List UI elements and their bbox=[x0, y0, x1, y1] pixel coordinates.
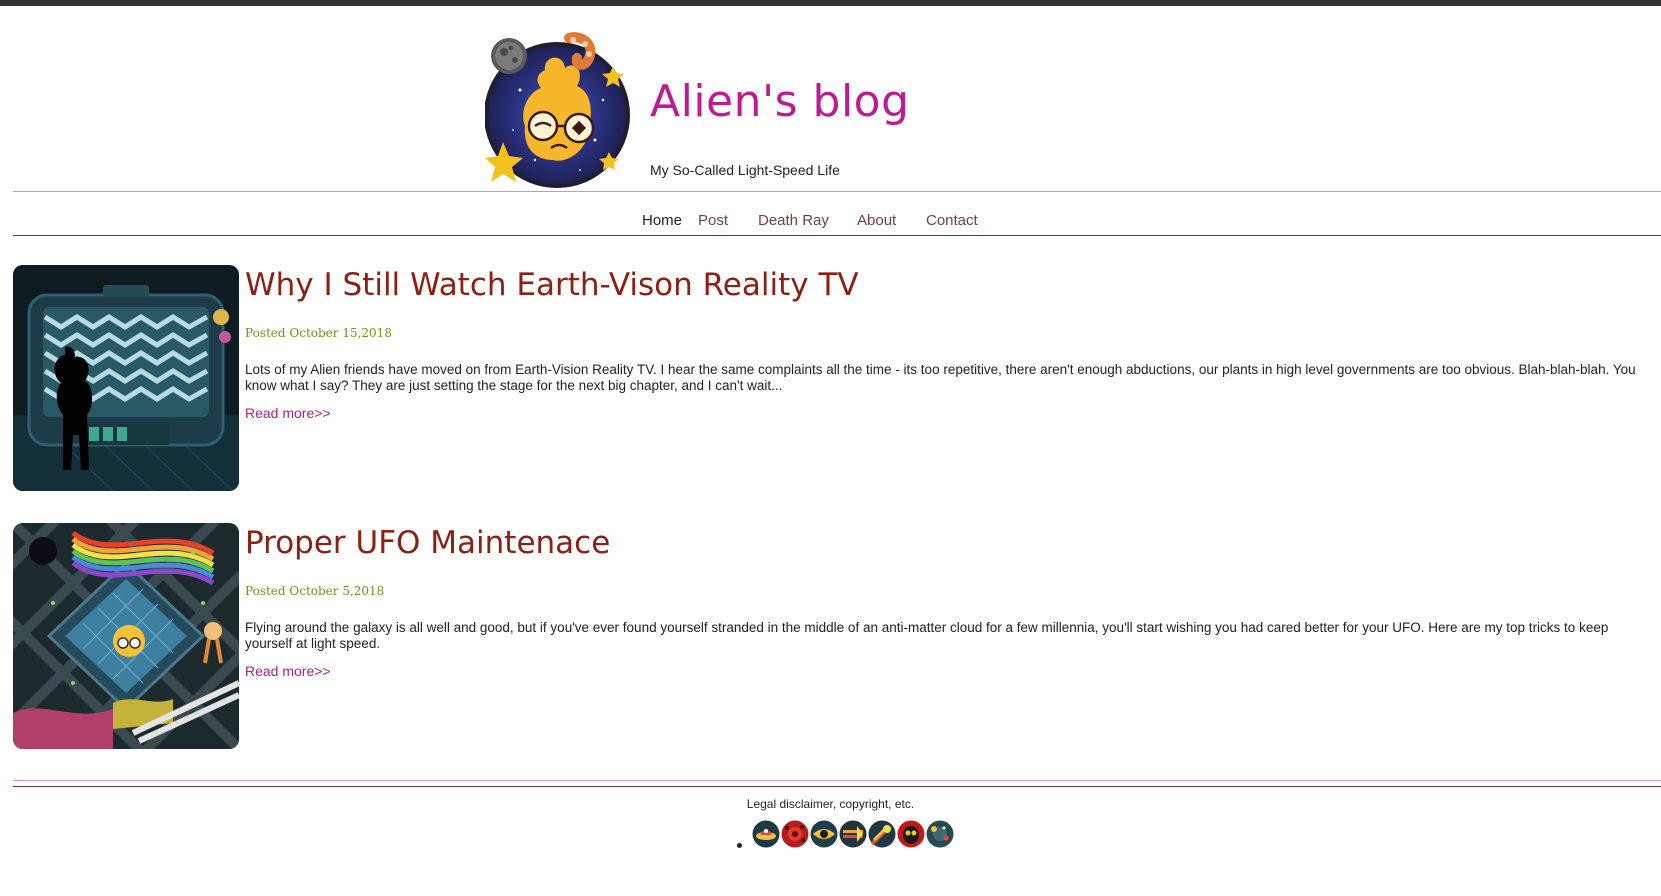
header-divider bbox=[13, 191, 1661, 192]
comet-icon[interactable] bbox=[868, 820, 896, 848]
site-tagline: My So-Called Light-Speed Life bbox=[650, 162, 840, 178]
nav-death-ray[interactable]: Death Ray bbox=[758, 212, 829, 229]
post-card: Why I Still Watch Earth-Vison Reality TV… bbox=[13, 265, 1661, 491]
virus-icon[interactable] bbox=[781, 820, 809, 848]
ufo-icon[interactable] bbox=[752, 820, 780, 848]
post-excerpt: Lots of my Alien friends have moved on f… bbox=[245, 362, 1636, 393]
nav-contact[interactable]: Contact bbox=[926, 212, 978, 229]
alien-face-icon[interactable] bbox=[897, 820, 925, 848]
post-date: Posted October 5,2018 bbox=[245, 584, 385, 598]
site-title[interactable]: Alien's blog bbox=[650, 76, 910, 127]
post-title[interactable]: Proper UFO Maintenace bbox=[245, 525, 610, 561]
nav-about[interactable]: About bbox=[857, 212, 896, 229]
eye-icon[interactable] bbox=[810, 820, 838, 848]
post-thumbnail-tv[interactable] bbox=[13, 265, 239, 491]
main-nav: Home Post Death Ray About Contact bbox=[0, 208, 1661, 232]
read-more-link[interactable]: Read more>> bbox=[245, 405, 331, 421]
footer-icon-row bbox=[752, 820, 955, 852]
post-thumbnail-ufo[interactable] bbox=[13, 523, 239, 749]
site-header: Alien's blog My So-Called Light-Speed Li… bbox=[0, 6, 1661, 196]
footer-divider-top bbox=[13, 780, 1661, 781]
nav-post[interactable]: Post bbox=[698, 212, 728, 229]
post-title[interactable]: Why I Still Watch Earth-Vison Reality TV bbox=[245, 267, 859, 303]
list-bullet bbox=[737, 843, 742, 848]
post-card: Proper UFO Maintenace Posted October 5,2… bbox=[13, 523, 1661, 749]
footer-legal-text: Legal disclaimer, copyright, etc. bbox=[746, 797, 915, 811]
nav-home[interactable]: Home bbox=[642, 212, 682, 229]
planet-icon[interactable] bbox=[926, 820, 954, 848]
alien-logo[interactable] bbox=[484, 30, 645, 195]
read-more-link[interactable]: Read more>> bbox=[245, 663, 331, 679]
footer-divider-bottom bbox=[13, 786, 1661, 787]
post-excerpt: Flying around the galaxy is all well and… bbox=[245, 620, 1609, 651]
post-date: Posted October 15,2018 bbox=[245, 326, 392, 340]
nav-divider bbox=[13, 235, 1661, 236]
rocket-icon[interactable] bbox=[839, 820, 867, 848]
